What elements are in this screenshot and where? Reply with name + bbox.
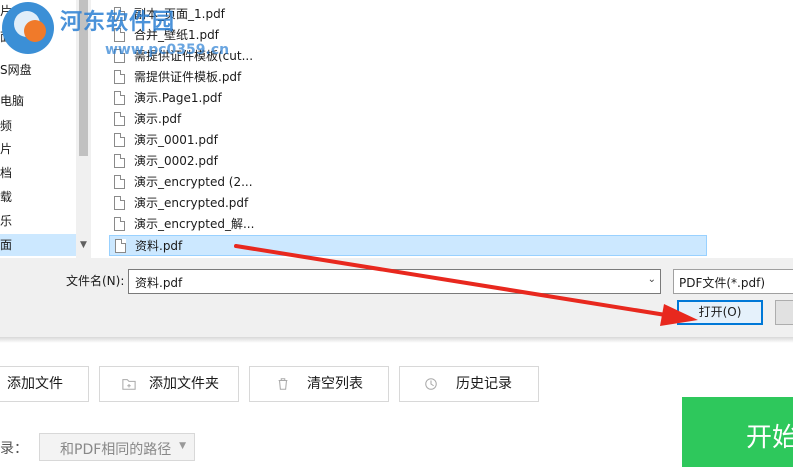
- history-label: 历史记录: [456, 376, 512, 392]
- file-row-selected[interactable]: 资料.pdf: [109, 235, 707, 256]
- nav-scrollbar[interactable]: ▼: [76, 0, 91, 258]
- pdf-file-icon: [114, 133, 125, 147]
- pdf-file-icon: [114, 70, 125, 84]
- file-row[interactable]: 演示_0002.pdf: [109, 151, 707, 172]
- output-path-value: 和PDF相同的路径: [60, 442, 172, 458]
- nav-item-cloud-drive[interactable]: S网盘: [0, 59, 76, 81]
- nav-item-desktop[interactable]: 面: [0, 234, 76, 256]
- nav-item-downloads[interactable]: 载: [0, 186, 76, 208]
- filetype-select[interactable]: PDF文件(*.pdf): [673, 269, 793, 294]
- trash-icon: [278, 378, 288, 390]
- clear-list-button[interactable]: 清空列表: [249, 366, 389, 402]
- filename-value: 资料.pdf: [135, 276, 183, 290]
- nav-item-pictures[interactable]: 片: [0, 138, 76, 160]
- file-name: 需提供证件模板.pdf: [134, 70, 242, 84]
- file-name: 演示.pdf: [134, 112, 182, 126]
- file-list: 副本_页面_1.pdf 合并_壁纸1.pdf 需提供证件模板(cut... 需提…: [91, 0, 793, 258]
- pdf-file-icon: [114, 112, 125, 126]
- output-path-select[interactable]: 和PDF相同的路径 ▼: [39, 433, 195, 461]
- start-label: 开始: [746, 423, 793, 453]
- pdf-file-icon: [114, 154, 125, 168]
- filetype-value: PDF文件(*.pdf): [679, 276, 766, 290]
- add-folder-label: 添加文件夹: [149, 376, 219, 392]
- history-button[interactable]: 历史记录: [399, 366, 539, 402]
- pdf-file-icon: [114, 175, 125, 189]
- file-name: 演示_0001.pdf: [134, 133, 218, 147]
- pdf-file-icon: [114, 217, 125, 231]
- file-row[interactable]: 演示_encrypted (2...: [109, 172, 707, 193]
- pdf-file-icon: [114, 91, 125, 105]
- file-row[interactable]: 演示_0001.pdf: [109, 130, 707, 151]
- file-name: 演示_0002.pdf: [134, 154, 218, 168]
- add-folder-button[interactable]: 添加文件夹: [99, 366, 239, 402]
- add-file-button[interactable]: 添加文件: [0, 366, 89, 402]
- start-button[interactable]: 开始: [682, 397, 793, 467]
- file-row[interactable]: 副本_页面_1.pdf: [109, 4, 707, 25]
- file-name: 演示_encrypted.pdf: [134, 196, 249, 210]
- file-row[interactable]: 演示_encrypted_解...: [109, 214, 707, 235]
- file-row[interactable]: 演示.pdf: [109, 109, 707, 130]
- open-button[interactable]: 打开(O): [677, 300, 763, 325]
- dialog-shadow: [0, 337, 793, 343]
- file-name: 资料.pdf: [135, 239, 183, 253]
- nav-item-videos[interactable]: 频: [0, 115, 76, 137]
- file-name: 演示_encrypted_解...: [134, 217, 255, 231]
- caret-down-icon: ▼: [179, 441, 186, 451]
- scroll-down-arrow-icon[interactable]: ▼: [78, 240, 89, 254]
- file-row[interactable]: 演示.Page1.pdf: [109, 88, 707, 109]
- file-name: 演示.Page1.pdf: [134, 91, 222, 105]
- cancel-button[interactable]: [775, 300, 793, 325]
- clear-list-label: 清空列表: [307, 376, 363, 392]
- add-file-label: 添加文件: [7, 376, 63, 392]
- nav-item-music[interactable]: 乐: [0, 210, 76, 232]
- file-name: 演示_encrypted (2...: [134, 175, 253, 189]
- filename-label: 文件名(N):: [66, 274, 125, 288]
- open-file-dialog: 片 面 S网盘 电脑 频 片 档 载 乐 面 ▼ 副本_页面_1.pdf 合并_…: [0, 0, 793, 337]
- pdf-file-icon: [115, 239, 126, 253]
- output-dir-label: 录：: [0, 441, 28, 457]
- folder-plus-icon: [122, 379, 136, 390]
- watermark-text: 河东软件园: [60, 10, 176, 35]
- file-row[interactable]: 需提供证件模板.pdf: [109, 67, 707, 88]
- nav-item-documents[interactable]: 档: [0, 162, 76, 184]
- chevron-down-icon[interactable]: ⌄: [648, 274, 656, 285]
- filename-input[interactable]: 资料.pdf ⌄: [128, 269, 661, 294]
- file-row[interactable]: 演示_encrypted.pdf: [109, 193, 707, 214]
- watermark-logo-icon: [2, 2, 54, 54]
- nav-item-this-pc[interactable]: 电脑: [0, 90, 76, 112]
- clock-icon: [425, 378, 437, 390]
- watermark-url: www.pc0359.cn: [105, 42, 230, 58]
- pdf-file-icon: [114, 196, 125, 210]
